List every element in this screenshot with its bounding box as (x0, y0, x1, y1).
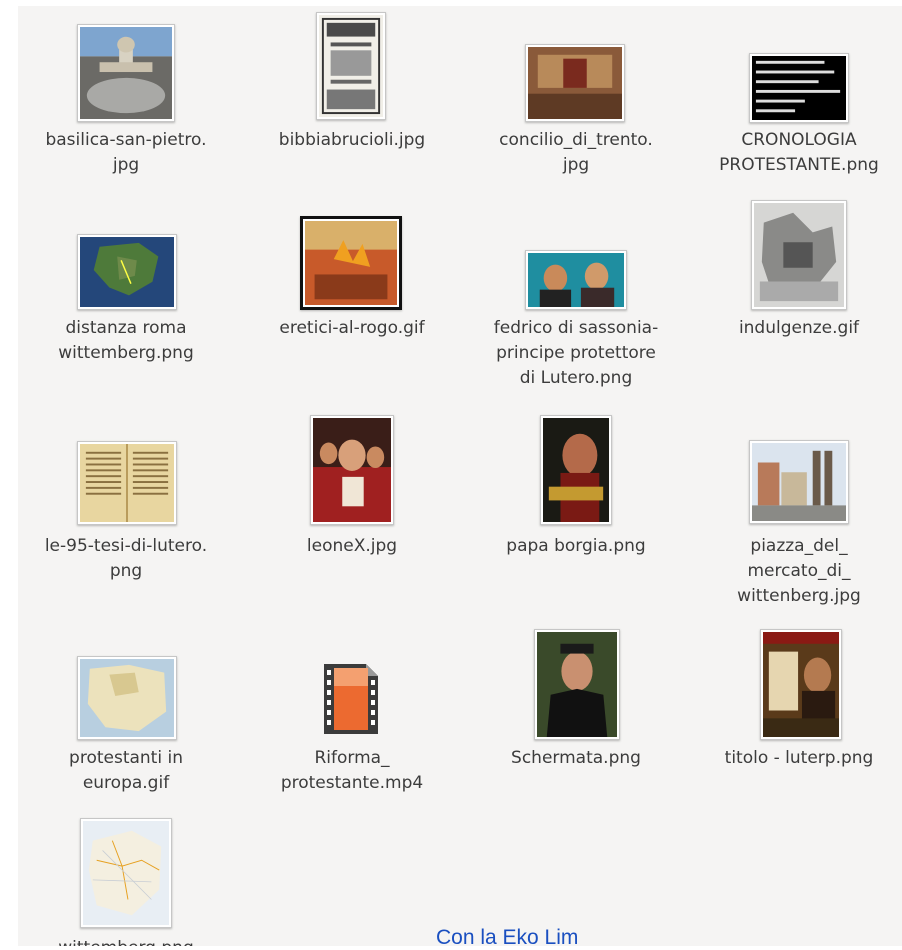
video-file-icon (320, 662, 382, 736)
file-label: Riforma_ protestante.mp4 (280, 748, 424, 793)
photo-thumbnail (760, 629, 842, 740)
photo-thumbnail (77, 441, 177, 525)
photo-thumbnail (77, 656, 177, 740)
photo-thumbnail (525, 250, 627, 310)
photo-thumbnail (316, 12, 386, 120)
file-label: indulgenze.gif (738, 318, 860, 338)
file-label: papa borgia.png (506, 536, 646, 556)
photo-thumbnail (300, 216, 402, 310)
file-label: wittemberg.png (26, 936, 226, 946)
file-label: distanza roma wittemberg.png (58, 318, 194, 363)
photo-thumbnail (310, 415, 394, 525)
file-label: protestanti in europa.gif (69, 748, 183, 793)
file-label: concilio_di_trento. jpg (499, 130, 653, 175)
file-label: CRONOLOGIA PROTESTANTE.png (719, 130, 879, 175)
file-label: piazza_del_ mercato_di_ wittenberg.jpg (737, 536, 861, 606)
file-icon-view: basilica-san-pietro. jpg bibbiabrucioli.j… (18, 6, 902, 946)
photo-thumbnail (749, 440, 849, 524)
photo-thumbnail (525, 44, 625, 122)
photo-thumbnail (77, 24, 175, 122)
file-label: Schermata.png (511, 748, 641, 768)
file-label: fedrico di sassonia-principe protettore d… (493, 318, 659, 388)
file-label: bibbiabrucioli.jpg (278, 130, 426, 150)
file-label: le-95-tesi-di-lutero. png (44, 536, 208, 581)
file-label: basilica-san-pietro. jpg (45, 130, 207, 175)
photo-thumbnail (534, 629, 620, 740)
file-label: eretici-al-rogo.gif (279, 318, 425, 338)
eko-lim-link[interactable]: Con la Eko Lim (436, 926, 578, 950)
file-label: leoneX.jpg (306, 536, 398, 556)
photo-thumbnail (751, 200, 847, 310)
photo-thumbnail (77, 234, 177, 310)
photo-thumbnail (540, 415, 612, 525)
photo-thumbnail (80, 818, 172, 928)
photo-thumbnail (749, 53, 849, 123)
file-label: titolo - luterp.png (724, 748, 874, 768)
